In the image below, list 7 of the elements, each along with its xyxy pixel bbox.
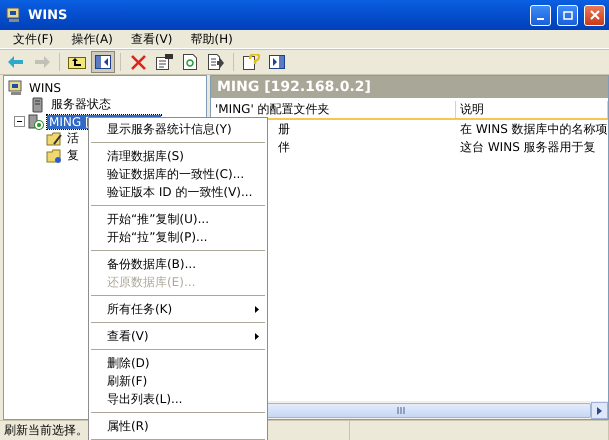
window-title: WINS [28,8,68,22]
table-cell: 这台 WINS 服务器用于复 [460,138,596,156]
status-text: 刷新当前选择。 [4,422,88,439]
pane-header: MING [192.168.0.2] [211,76,608,98]
table-cell: 册 [278,120,290,138]
table-cell: 伴 [278,138,290,156]
table-cell: 在 WINS 数据库中的名称项 [460,120,608,138]
